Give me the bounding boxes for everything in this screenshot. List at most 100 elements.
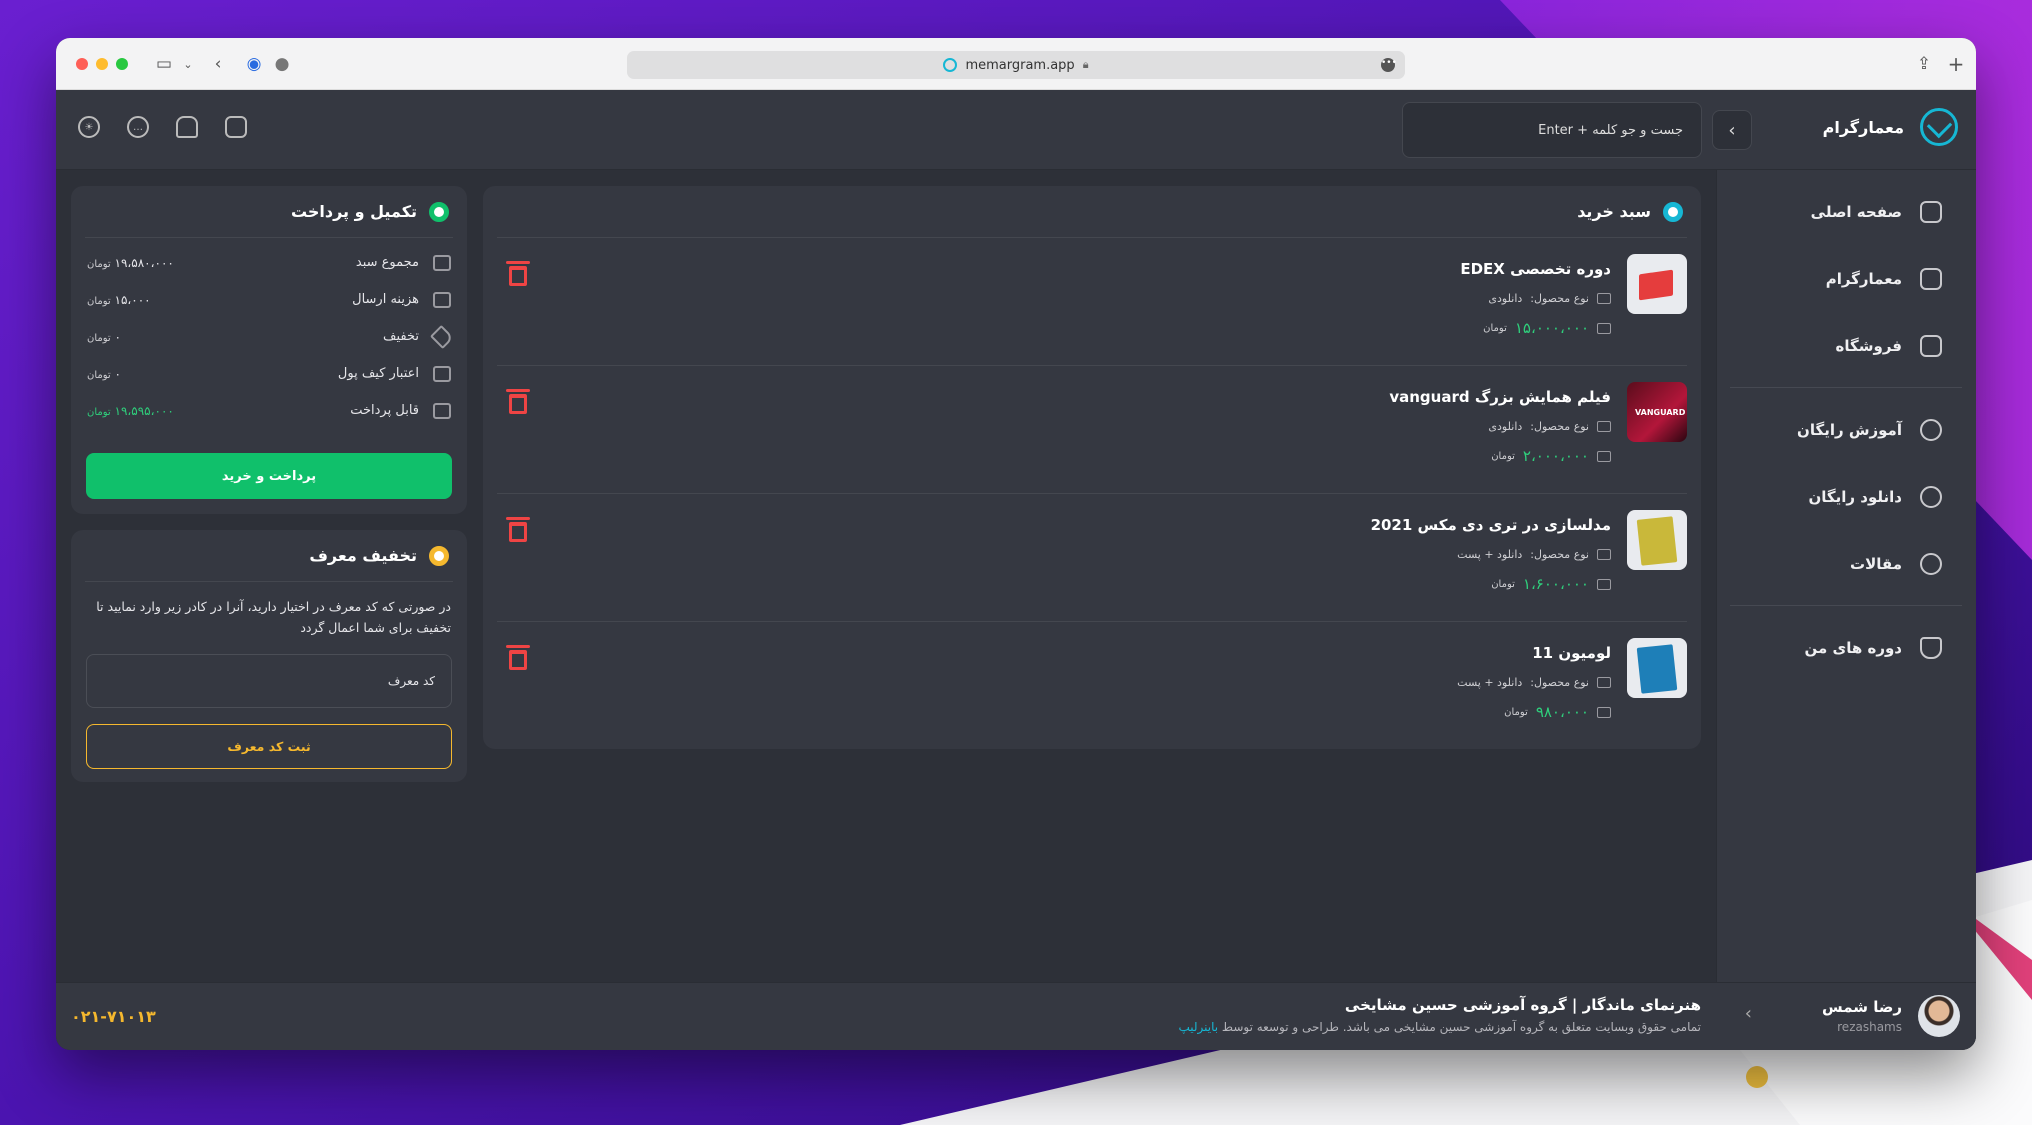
sidebar-item-free-courses[interactable]: آموزش رایگان (1730, 396, 1962, 463)
referral-code-input[interactable]: کد معرف (86, 654, 452, 708)
wallet-icon (1597, 578, 1611, 590)
product-title[interactable]: لومیون 11 (1457, 644, 1611, 662)
share-icon[interactable]: ⇪ (1912, 52, 1936, 76)
sidebar-item-free-downloads[interactable]: دانلود رایگان (1730, 463, 1962, 530)
summary-row: مجموع سبد ۱۹،۵۸۰،۰۰۰ تومان (71, 244, 467, 281)
trash-icon[interactable] (506, 261, 530, 286)
cart-icon[interactable] (225, 116, 247, 138)
currency-label: تومان (1483, 322, 1507, 334)
sidebar-item-home[interactable]: صفحه اصلی (1730, 178, 1962, 245)
summary-amount: ۱۹،۵۹۵،۰۰۰ (114, 403, 174, 418)
payment-header: تکمیل و پرداخت (85, 186, 453, 238)
summary-value: ۱۵،۰۰۰ تومان (87, 293, 151, 307)
product-price: ۱،۶۰۰،۰۰۰ تومان (1371, 575, 1611, 593)
sidebar-nav: صفحه اصلی معمارگرام فروشگاه آموزش رایگان… (1730, 170, 1962, 681)
password-manager-icon[interactable]: ◉ (242, 52, 266, 76)
sidebar-item-memargram[interactable]: معمارگرام (1730, 245, 1962, 312)
footer-info: هنرنمای ماندگار | گروه آموزشی حسین مشایخ… (1178, 996, 1701, 1034)
product-type: نوع محصول: دانلود + پست (1457, 676, 1611, 689)
chevron-left-icon: ‹ (1728, 119, 1736, 141)
article-icon (1920, 552, 1942, 575)
currency-label: تومان (1491, 450, 1515, 462)
type-value: دانلودی (1488, 420, 1523, 433)
truck-icon (1597, 421, 1611, 432)
product-thumbnail[interactable]: VANGUARD (1627, 382, 1687, 442)
bell-icon[interactable] (176, 116, 198, 138)
payment-panel: تکمیل و پرداخت مجموع سبد ۱۹،۵۸۰،۰۰۰ تومان… (71, 186, 467, 514)
download-icon (1920, 485, 1942, 508)
messages-icon[interactable]: … (127, 116, 149, 138)
collapse-sidebar-button[interactable]: ‹ (1712, 110, 1752, 150)
address-bar[interactable]: memargram.app 🔒︎ ••• (627, 51, 1405, 79)
product-thumbnail[interactable] (1627, 638, 1687, 698)
summary-label: قابل پرداخت (350, 403, 419, 418)
product-title[interactable]: فیلم همایش بزرگ vanguard (1389, 388, 1611, 406)
product-info: مدلسازی در تری دی مکس 2021 نوع محصول: دان… (1371, 516, 1611, 593)
product-type: نوع محصول: دانلودی (1460, 292, 1611, 305)
user-profile[interactable]: رضا شمس rezashams (1822, 995, 1960, 1037)
new-tab-icon[interactable]: + (1944, 52, 1968, 76)
currency-label: تومان (87, 295, 111, 307)
product-info: فیلم همایش بزرگ vanguard نوع محصول: دانلو… (1389, 388, 1611, 465)
price-value: ۲،۰۰۰،۰۰۰ (1522, 447, 1589, 465)
sidebar-item-articles[interactable]: مقالات (1730, 530, 1962, 597)
type-value: دانلودی (1488, 292, 1523, 305)
search-placeholder: جست و جو کلمه + Enter (1538, 122, 1683, 138)
cart-panel: سبد خرید دوره تخصصی EDEX نوع محصول: دانلو… (483, 186, 1701, 749)
summary-amount: ۰ (114, 366, 121, 381)
type-label: نوع محصول: (1530, 548, 1589, 561)
sidebar-item-label: معمارگرام (1825, 269, 1902, 288)
chevron-down-icon[interactable]: ⌄ (176, 52, 200, 76)
payment-title: تکمیل و پرداخت (290, 202, 417, 221)
more-options-icon[interactable]: ••• (1381, 58, 1397, 72)
product-title[interactable]: مدلسازی در تری دی مکس 2021 (1371, 516, 1611, 534)
cart-item: مدلسازی در تری دی مکس 2021 نوع محصول: دان… (497, 494, 1687, 622)
product-type: نوع محصول: دانلود + پست (1371, 548, 1611, 561)
type-label: نوع محصول: (1530, 676, 1589, 689)
sidebar-item-label: آموزش رایگان (1797, 420, 1902, 439)
product-thumbnail[interactable] (1627, 510, 1687, 570)
submit-referral-button[interactable]: ثبت کد معرف (86, 724, 452, 769)
truck-icon (1597, 677, 1611, 688)
theme-toggle-icon[interactable]: ☀ (78, 116, 100, 138)
developer-link[interactable]: باینرلیپ (1178, 1020, 1218, 1034)
trash-icon[interactable] (506, 389, 530, 414)
product-price: ۱۵،۰۰۰،۰۰۰ تومان (1460, 319, 1611, 337)
sidebar-item-label: مقالات (1850, 554, 1902, 573)
search-input[interactable]: جست و جو کلمه + Enter (1402, 102, 1702, 158)
trash-icon[interactable] (506, 517, 530, 542)
brand-logo[interactable]: معمارگرام (1823, 108, 1958, 146)
footer-title: هنرنمای ماندگار | گروه آموزشی حسین مشایخ… (1344, 996, 1701, 1014)
truck-icon (1597, 549, 1611, 560)
type-label: نوع محصول: (1530, 420, 1589, 433)
user-name: رضا شمس (1822, 998, 1902, 1016)
price-value: ۱،۶۰۰،۰۰۰ (1522, 575, 1589, 593)
product-info: لومیون 11 نوع محصول: دانلود + پست ۹۸۰،۰۰۰… (1457, 644, 1611, 721)
chevron-left-icon[interactable]: ‹ (1745, 1003, 1752, 1024)
maximize-window-button[interactable] (116, 58, 128, 70)
trash-icon[interactable] (506, 645, 530, 670)
back-icon[interactable]: ‹ (206, 52, 230, 76)
product-thumbnail[interactable] (1627, 254, 1687, 314)
close-window-button[interactable] (76, 58, 88, 70)
sidebar-item-my-courses[interactable]: دوره های من (1730, 614, 1962, 681)
browser-toolbar: ▭ ⌄ ‹ ◉ ● memargram.app 🔒︎ ••• ⇪ + (56, 38, 1976, 90)
summary-label: مجموع سبد (355, 255, 419, 270)
wallet-icon (1597, 450, 1611, 462)
sidebar-item-label: صفحه اصلی (1810, 202, 1902, 221)
minimize-window-button[interactable] (96, 58, 108, 70)
product-title[interactable]: دوره تخصصی EDEX (1460, 260, 1611, 278)
payment-summary: مجموع سبد ۱۹،۵۸۰،۰۰۰ تومان هزینه ارسال ۱۵،… (71, 238, 467, 429)
referral-description: در صورتی که کد معرف در اختیار دارید، آنر… (96, 599, 451, 635)
extension-icon[interactable]: ● (270, 52, 294, 76)
referral-panel: تخفیف معرف در صورتی که کد معرف در اختیار… (71, 530, 467, 782)
sidebar-divider (1730, 605, 1962, 606)
sidebar-item-shop[interactable]: فروشگاه (1730, 312, 1962, 379)
top-header: معمارگرام ‹ جست و جو کلمه + Enter ☀ … (56, 90, 1976, 170)
phone-number[interactable]: ۰۲۱-۷۱۰۱۳ (71, 1007, 156, 1026)
referral-status-dot (429, 545, 449, 566)
summary-label: اعتبار کیف پول (337, 366, 419, 381)
wallet-icon (433, 365, 451, 382)
sidebar-toggle-icon[interactable]: ▭ (152, 52, 176, 76)
pay-button[interactable]: پرداخت و خرید (86, 453, 452, 499)
